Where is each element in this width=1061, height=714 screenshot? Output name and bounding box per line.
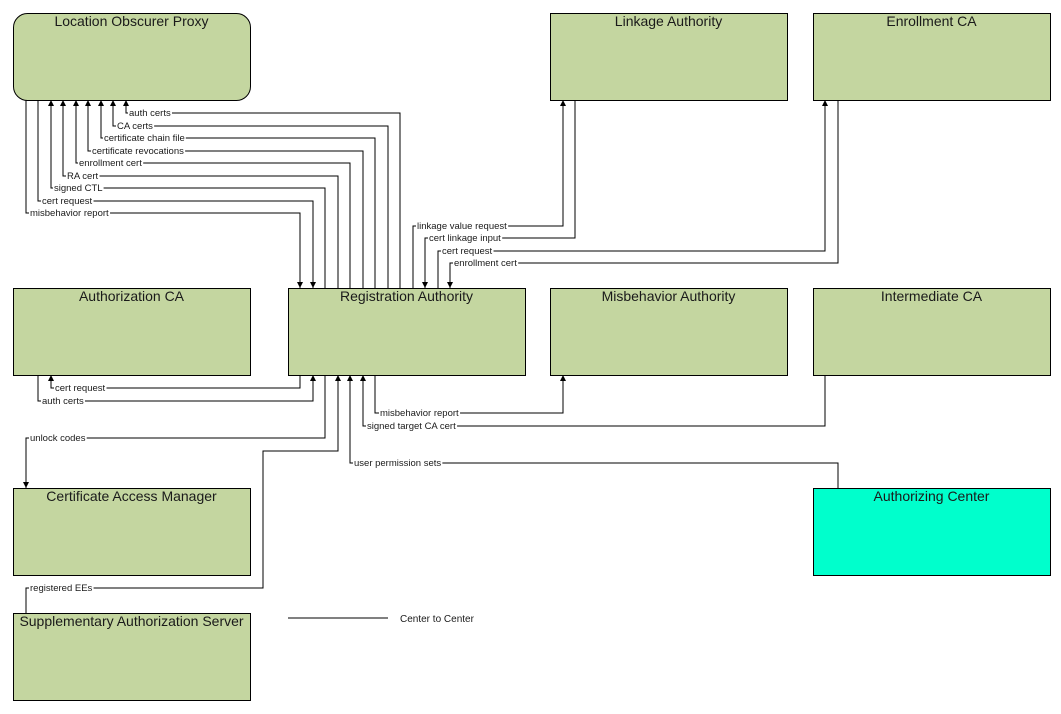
legend: Center to Center	[288, 614, 475, 625]
flow-signed-ctl: signed CTL	[48, 100, 326, 288]
node-sas[interactable]: Supplementary Authorization Server	[13, 613, 251, 701]
flow-enrollment-cert-eca: enrollment cert	[447, 100, 839, 288]
flow-label: cert request	[42, 196, 93, 207]
node-lop[interactable]: Location Obscurer Proxy	[13, 13, 251, 101]
flow-label: certificate chain file	[104, 133, 185, 144]
node-ica[interactable]: Intermediate CA	[813, 288, 1051, 376]
node-title: Registration Authority	[340, 288, 473, 304]
flow-line	[112, 100, 389, 288]
flow-signed-target-ca-cert: signed target CA cert	[360, 375, 826, 432]
arrowhead-icon	[23, 482, 29, 488]
node-title: Intermediate CA	[881, 288, 983, 304]
node-title: Authorizing Center	[874, 488, 990, 504]
flow-label: certificate revocations	[92, 146, 184, 157]
flow-ca-certs: CA certs	[110, 100, 389, 288]
legend-label: Center to Center	[400, 614, 475, 625]
flow-label: signed target CA cert	[367, 421, 456, 432]
flow-auth-certs-lop: auth certs	[123, 100, 401, 288]
flow-label: RA cert	[67, 171, 99, 182]
node-title: Supplementary Authorization Server	[19, 613, 243, 629]
flow-label: misbehavior report	[380, 408, 459, 419]
node-title: Linkage Authority	[615, 13, 722, 29]
node-ma[interactable]: Misbehavior Authority	[550, 288, 788, 376]
node-ra[interactable]: Registration Authority	[288, 288, 526, 376]
flow-line	[62, 100, 339, 288]
architecture-diagram: auth certs CA certscertificate chain file…	[13, 13, 1051, 701]
arrowhead-icon	[297, 282, 303, 288]
node-cam[interactable]: Certificate Access Manager	[13, 488, 251, 576]
flow-enrollment-cert-lop: enrollment cert	[73, 100, 351, 288]
flow-label: enrollment cert	[79, 158, 142, 169]
flow-label: enrollment cert	[454, 258, 517, 269]
flow-cert-request-aca: cert request	[48, 375, 301, 394]
flow-label: linkage value request	[417, 221, 507, 232]
flow-label: CA certs	[117, 121, 153, 132]
flow-label: auth certs	[129, 108, 171, 119]
node-ac[interactable]: Authorizing Center	[813, 488, 1051, 576]
flow-label: auth certs	[42, 396, 84, 407]
flow-label: misbehavior report	[30, 208, 109, 219]
flow-label: user permission sets	[354, 458, 441, 469]
flow-misbehavior-report-ma: misbehavior report	[374, 375, 566, 419]
node-title: Certificate Access Manager	[46, 488, 217, 504]
flow-line	[125, 100, 401, 288]
node-aca[interactable]: Authorization CA	[13, 288, 251, 376]
flow-label: cert request	[442, 246, 493, 257]
node-title: Location Obscurer Proxy	[54, 13, 208, 29]
flow-label: cert linkage input	[429, 233, 501, 244]
flow-label: registered EEs	[30, 583, 93, 594]
arrowhead-icon	[310, 282, 316, 288]
node-title: Misbehavior Authority	[602, 288, 736, 304]
node-title: Authorization CA	[79, 288, 185, 304]
flow-label: signed CTL	[54, 183, 103, 194]
node-la[interactable]: Linkage Authority	[550, 13, 788, 101]
node-eca[interactable]: Enrollment CA	[813, 13, 1051, 101]
flow-label: unlock codes	[30, 433, 86, 444]
flow-label: cert request	[55, 383, 106, 394]
node-title: Enrollment CA	[886, 13, 977, 29]
